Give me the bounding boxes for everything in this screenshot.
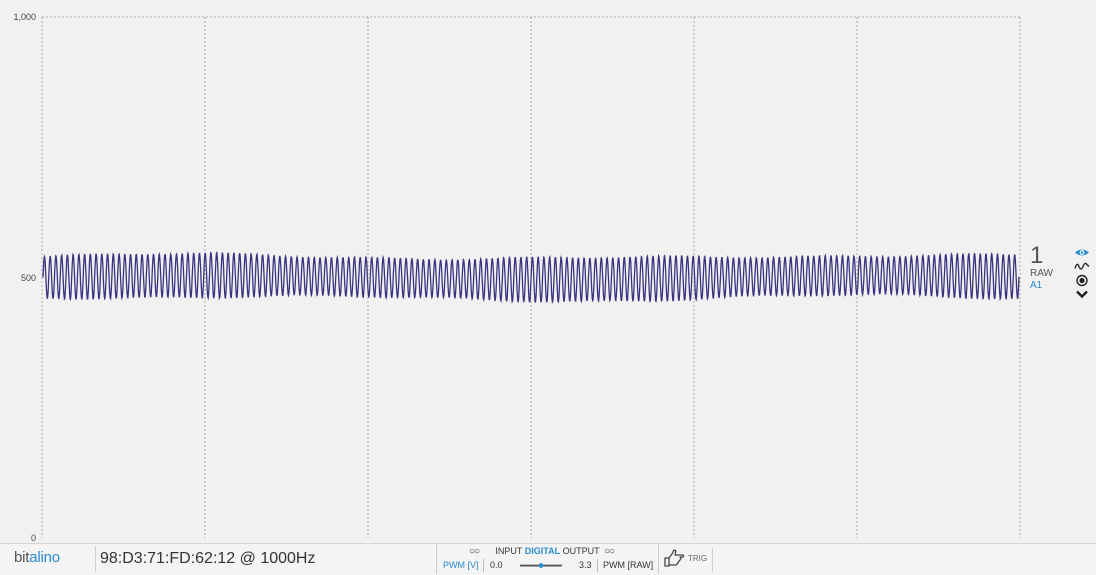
trigger-button[interactable]: TRIG — [660, 548, 713, 572]
y-tick-500: 500 — [20, 273, 36, 283]
y-tick-1000: 1,000 — [13, 12, 36, 22]
device-address: 98:D3:71:FD:62:12 @ 1000Hz — [100, 550, 316, 567]
pwm-raw-label: PWM [RAW] — [603, 560, 654, 570]
divider — [95, 546, 96, 572]
status-bar: bitalino 98:D3:71:FD:62:12 @ 1000Hz ○○ I… — [0, 543, 1096, 575]
waveform-icon[interactable] — [1074, 260, 1090, 273]
channel-info: 1 RAW A1 — [1030, 244, 1070, 292]
output-toggle-icons[interactable]: ○○ — [604, 546, 615, 557]
divider — [483, 559, 484, 572]
divider — [597, 559, 598, 572]
channel-number: 1 — [1030, 242, 1044, 269]
plot-canvas — [41, 16, 1021, 538]
chevron-down-icon[interactable] — [1074, 288, 1090, 301]
radio-target-icon[interactable] — [1074, 274, 1090, 287]
digital-io-panel: ○○ INPUT DIGITAL OUTPUT ○○ PWM [V] 0.0 3… — [436, 544, 659, 574]
trig-label: TRIG — [688, 554, 708, 563]
bitalino-logo: bitalino — [14, 549, 60, 566]
channel-controls — [1074, 246, 1092, 302]
eye-icon[interactable] — [1074, 246, 1090, 259]
pointing-hand-icon — [664, 549, 685, 567]
channel-name[interactable]: A1 — [1030, 280, 1070, 292]
pwm-min-label: 0.0 — [490, 560, 503, 570]
y-tick-0: 0 — [30, 533, 36, 543]
pwm-max-label: 3.3 — [579, 560, 592, 570]
slider-handle[interactable] — [538, 563, 544, 568]
pwm-volt-label: PWM [V] — [443, 560, 479, 570]
channel-mode: RAW — [1030, 268, 1053, 279]
pwm-slider[interactable] — [507, 563, 575, 568]
signal-plot[interactable]: 1,000 500 0 — [0, 0, 1096, 543]
dio-title: INPUT DIGITAL OUTPUT — [495, 546, 600, 556]
